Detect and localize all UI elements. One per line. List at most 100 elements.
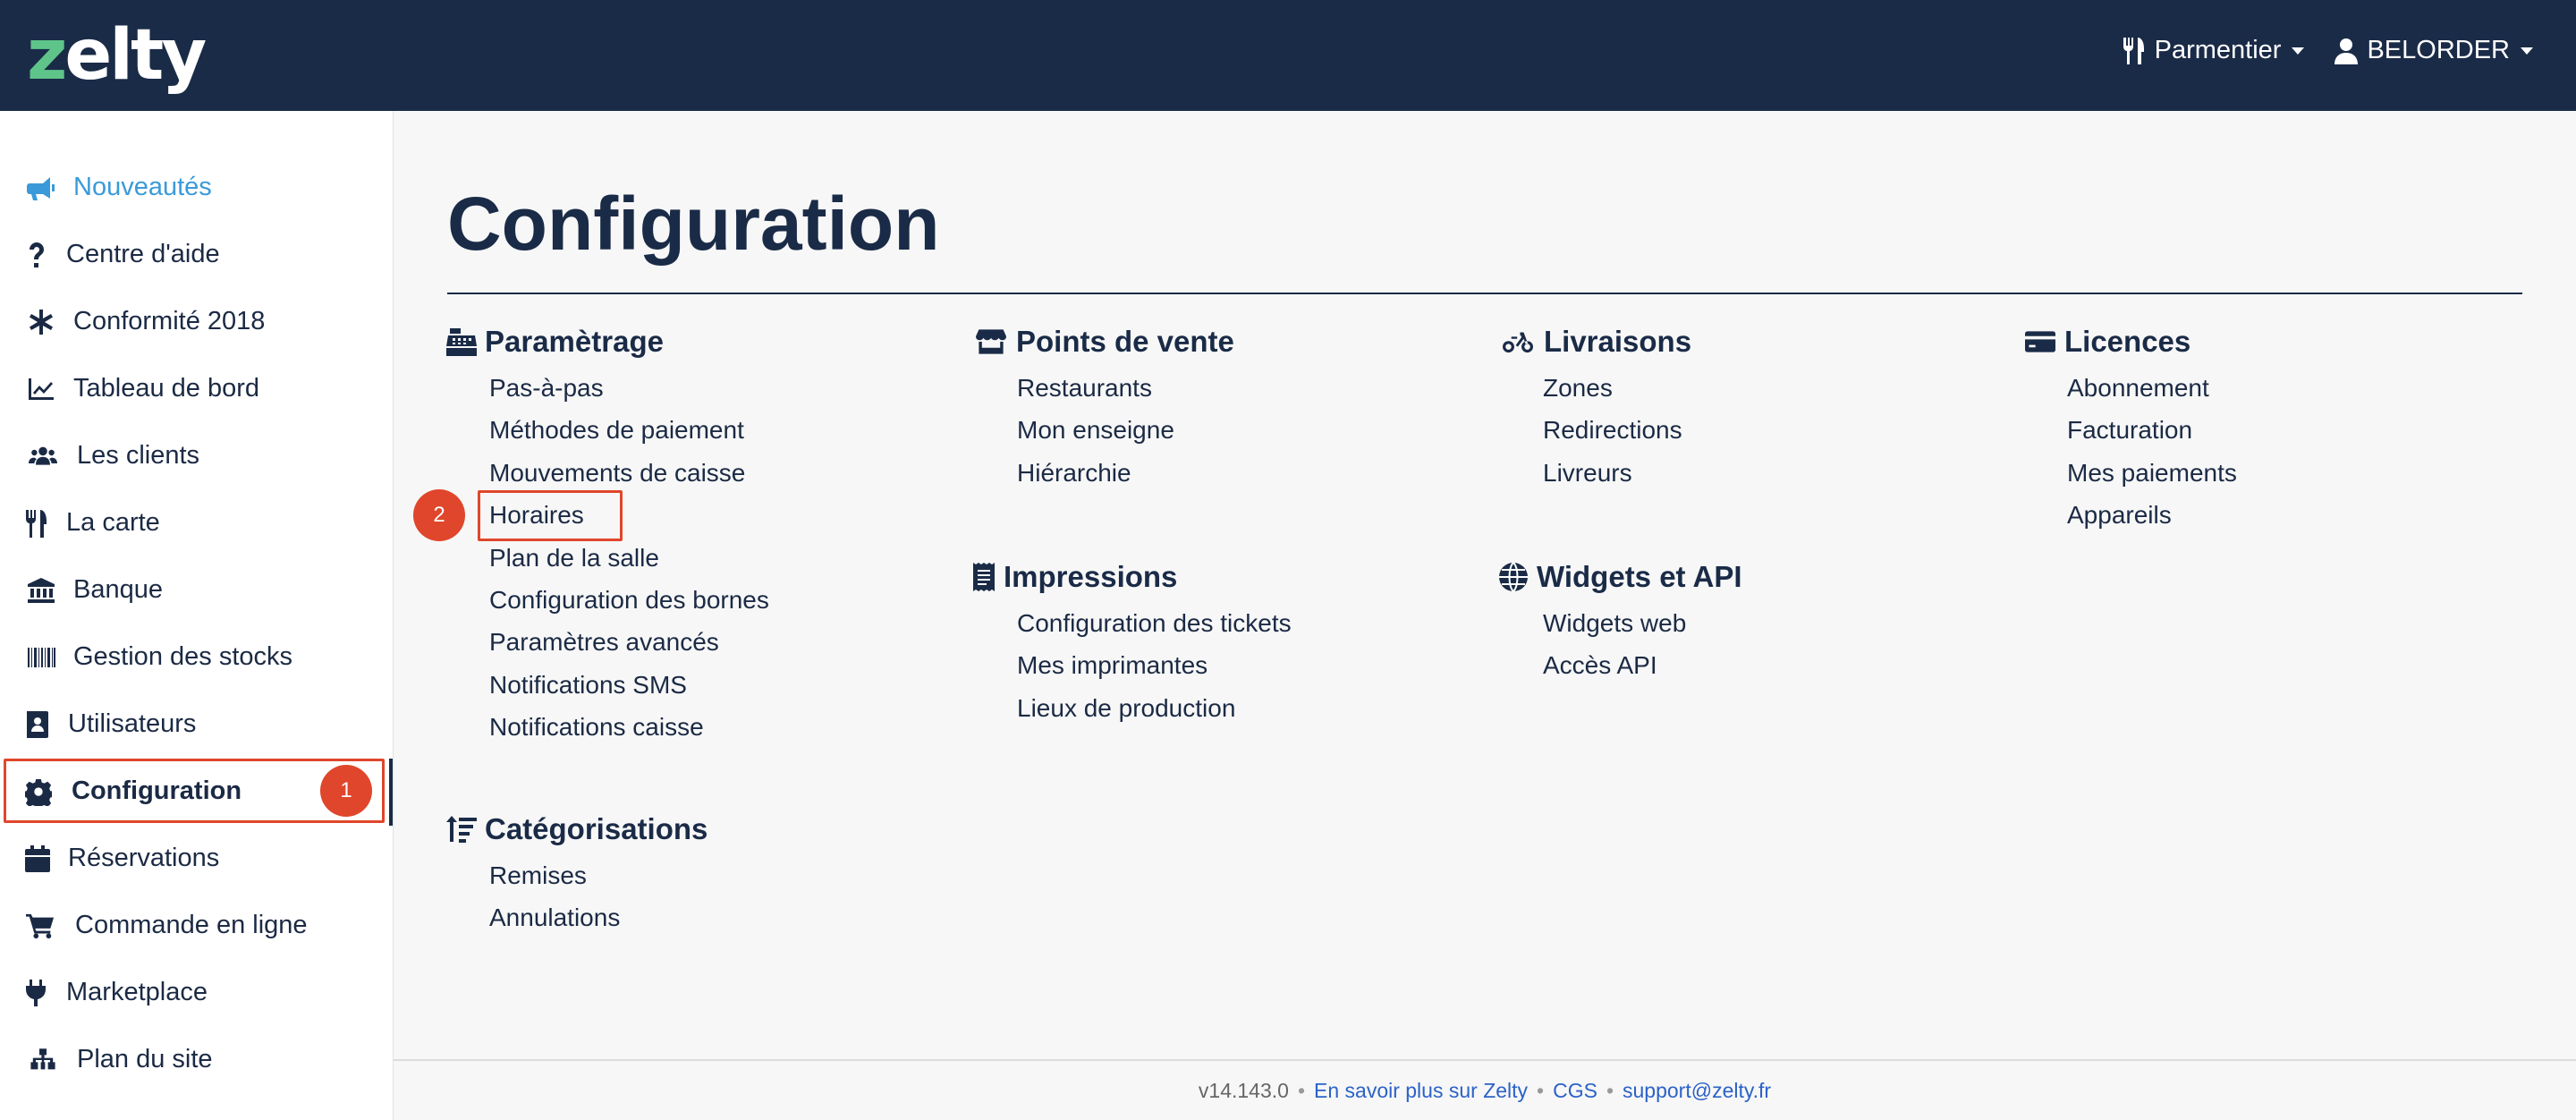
section-heading: Impressions — [971, 557, 1292, 597]
link-facturation[interactable]: Facturation — [2067, 409, 2237, 451]
link-mes-imprimantes[interactable]: Mes imprimantes — [1017, 644, 1292, 686]
footer: v14.143.0 • En savoir plus sur Zelty • C… — [394, 1059, 2576, 1120]
link-plan-salle[interactable]: Plan de la salle — [489, 537, 769, 579]
link-list: Abonnement Facturation Mes paiements App… — [2067, 367, 2237, 537]
sidebar-item-plan-du-site[interactable]: Plan du site — [0, 1026, 394, 1093]
section-heading: Catégorisations — [445, 810, 708, 849]
restaurant-label: Parmentier — [2154, 36, 2282, 64]
sidebar-item-la-carte[interactable]: La carte — [0, 489, 394, 556]
support-email-link[interactable]: support@zelty.fr — [1623, 1079, 1771, 1103]
megaphone-icon — [25, 172, 57, 204]
link-appareils[interactable]: Appareils — [2067, 494, 2237, 536]
link-restaurants[interactable]: Restaurants — [1017, 367, 1234, 409]
sidebar-item-centre-aide[interactable]: Centre d'aide — [0, 221, 394, 288]
link-pas-a-pas[interactable]: Pas-à-pas — [489, 367, 769, 409]
restaurant-dropdown[interactable]: Parmentier — [2123, 36, 2305, 65]
receipt-icon — [971, 561, 996, 593]
link-list: Zones Redirections Livreurs — [1543, 367, 1691, 494]
link-parametres-avances[interactable]: Paramètres avancés — [489, 621, 769, 663]
section-impressions: Impressions Configuration des tickets Me… — [971, 557, 1292, 729]
sidebar-item-stocks[interactable]: Gestion des stocks — [0, 624, 394, 691]
sitemap-icon — [25, 1044, 61, 1076]
gear-icon — [25, 776, 52, 808]
link-abonnement[interactable]: Abonnement — [2067, 367, 2237, 409]
link-list: Restaurants Mon enseigne Hiérarchie — [1017, 367, 1234, 494]
section-widgets-api: Widgets et API Widgets web Accès API — [1497, 557, 1742, 687]
version-text: v14.143.0 — [1198, 1078, 1289, 1102]
globe-icon — [1497, 561, 1530, 593]
sidebar-item-commande-en-ligne[interactable]: Commande en ligne — [0, 892, 394, 959]
link-notifications-sms[interactable]: Notifications SMS — [489, 664, 769, 706]
store-icon — [973, 326, 1009, 358]
link-redirections[interactable]: Redirections — [1543, 409, 1691, 451]
link-mes-paiements[interactable]: Mes paiements — [2067, 452, 2237, 494]
bicycle-icon — [1499, 326, 1537, 358]
link-annulations[interactable]: Annulations — [489, 896, 708, 938]
sidebar-item-reservations[interactable]: Réservations — [0, 825, 394, 892]
link-lieux-production[interactable]: Lieux de production — [1017, 687, 1292, 729]
link-list: Pas-à-pas Méthodes de paiement Mouvement… — [489, 367, 769, 749]
credit-card-icon — [2023, 326, 2057, 358]
question-icon — [25, 239, 48, 271]
link-methodes-paiement[interactable]: Méthodes de paiement — [489, 409, 769, 451]
sidebar-item-tableau-de-bord[interactable]: Tableau de bord — [0, 355, 394, 422]
title-divider — [447, 293, 2522, 294]
top-navbar: zelty Parmentier BELORDER — [0, 0, 2576, 111]
sidebar-item-utilisateurs[interactable]: Utilisateurs — [0, 691, 394, 758]
link-remises[interactable]: Remises — [489, 854, 708, 896]
section-heading: Points de vente — [973, 322, 1234, 361]
user-icon — [2334, 38, 2359, 64]
link-horaires[interactable]: Horaires — [489, 494, 769, 536]
section-heading: Widgets et API — [1497, 557, 1742, 597]
sidebar-item-banque[interactable]: Banque — [0, 556, 394, 624]
link-list: Remises Annulations — [489, 854, 708, 939]
sidebar-item-nouveautes[interactable]: Nouveautés — [0, 154, 394, 221]
link-acces-api[interactable]: Accès API — [1543, 644, 1742, 686]
link-zones[interactable]: Zones — [1543, 367, 1691, 409]
separator: • — [1537, 1078, 1545, 1102]
plug-icon — [25, 977, 47, 1009]
sidebar-item-marketplace[interactable]: Marketplace — [0, 959, 394, 1026]
link-mouvements-caisse[interactable]: Mouvements de caisse — [489, 452, 769, 494]
chevron-down-icon — [2521, 47, 2533, 55]
section-livraisons: Livraisons Zones Redirections Livreurs — [1499, 322, 1691, 494]
users-icon — [25, 440, 61, 472]
chevron-down-icon — [2292, 47, 2305, 55]
page-title: Configuration — [447, 182, 940, 266]
section-heading: Paramètrage — [445, 322, 769, 361]
bank-icon — [25, 574, 57, 607]
zelty-logo[interactable]: zelty — [27, 13, 207, 98]
link-list: Configuration des tickets Mes imprimante… — [1017, 602, 1292, 729]
separator: • — [1297, 1078, 1305, 1102]
utensils-icon — [2123, 37, 2144, 64]
link-config-bornes[interactable]: Configuration des bornes — [489, 579, 769, 621]
section-categorisations: Catégorisations Remises Annulations — [445, 810, 708, 939]
section-heading: Licences — [2023, 322, 2237, 361]
sort-icon — [445, 813, 478, 845]
cart-icon — [25, 910, 55, 942]
sidebar-item-conformite[interactable]: Conformité 2018 — [0, 288, 394, 355]
section-points-de-vente: Points de vente Restaurants Mon enseigne… — [973, 322, 1234, 494]
active-indicator — [389, 759, 393, 826]
step-badge-1: 1 — [320, 765, 372, 817]
link-mon-enseigne[interactable]: Mon enseigne — [1017, 409, 1234, 451]
user-label: BELORDER — [2367, 36, 2510, 64]
link-config-tickets[interactable]: Configuration des tickets — [1017, 602, 1292, 644]
about-link[interactable]: En savoir plus sur Zelty — [1314, 1079, 1528, 1103]
line-chart-icon — [25, 373, 57, 405]
cgs-link[interactable]: CGS — [1553, 1079, 1597, 1103]
user-dropdown[interactable]: BELORDER — [2334, 36, 2533, 65]
link-notifications-caisse[interactable]: Notifications caisse — [489, 706, 769, 748]
sidebar-item-clients[interactable]: Les clients — [0, 422, 394, 489]
link-livreurs[interactable]: Livreurs — [1543, 452, 1691, 494]
link-widgets-web[interactable]: Widgets web — [1543, 602, 1742, 644]
cash-register-icon — [445, 326, 478, 358]
sidebar: Nouveautés Centre d'aide Conformité 2018… — [0, 111, 394, 1120]
link-hierarchie[interactable]: Hiérarchie — [1017, 452, 1234, 494]
link-list: Widgets web Accès API — [1543, 602, 1742, 687]
calendar-icon — [25, 843, 50, 875]
section-heading: Livraisons — [1499, 322, 1691, 361]
top-nav-menus: Parmentier BELORDER — [2123, 36, 2533, 65]
section-parametrage: Paramètrage Pas-à-pas Méthodes de paieme… — [445, 322, 769, 749]
address-book-icon — [25, 708, 50, 741]
